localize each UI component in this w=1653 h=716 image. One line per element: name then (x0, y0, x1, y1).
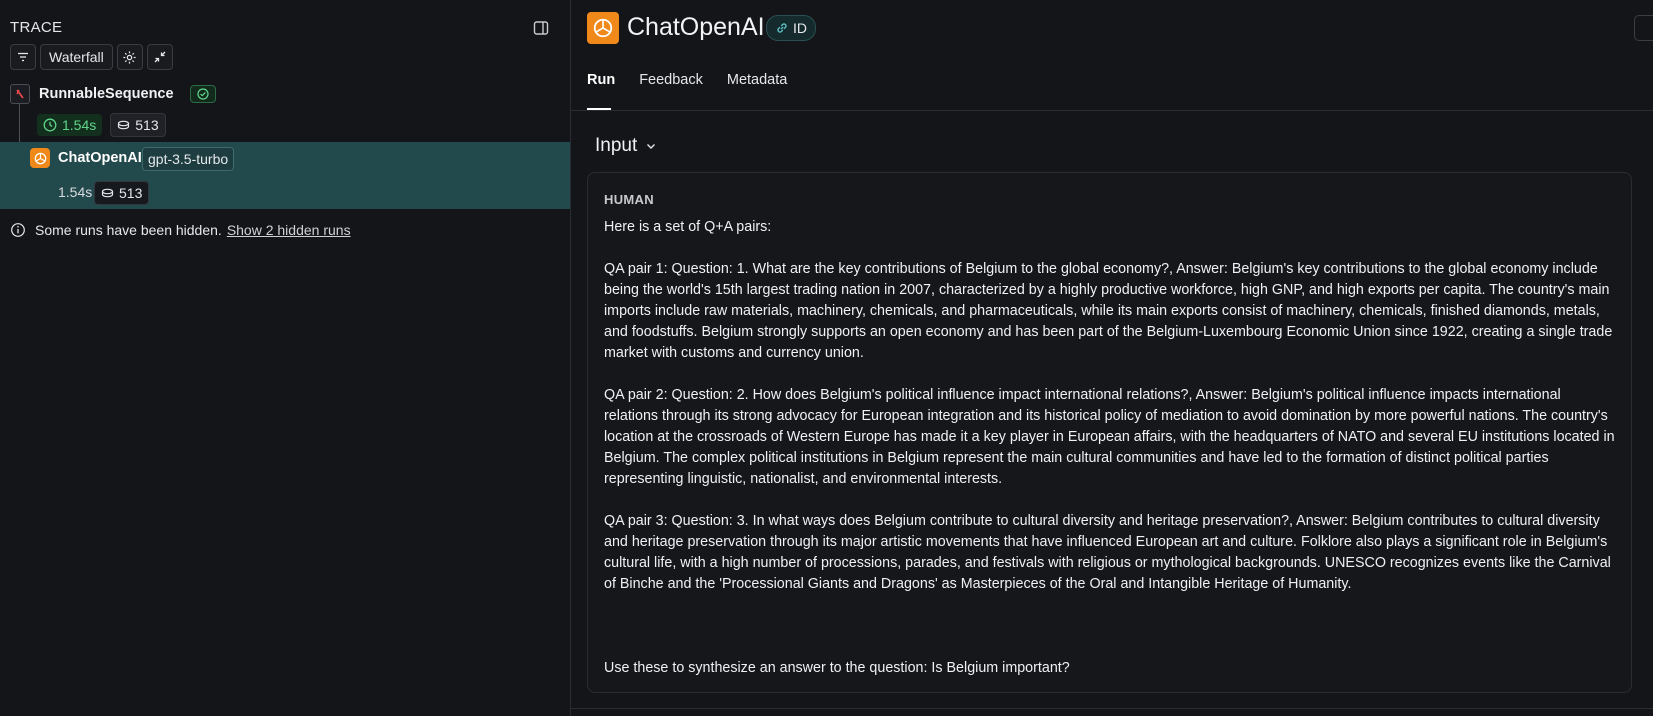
run-name: ChatOpenAI (58, 150, 142, 166)
detail-tabs: Run Feedback Metadata (587, 72, 787, 88)
token-count: 513 (135, 117, 159, 133)
sidebar-toggle-button[interactable] (532, 19, 550, 37)
tab-feedback[interactable]: Feedback (639, 72, 703, 88)
filter-icon (18, 52, 28, 62)
filter-button[interactable] (10, 44, 36, 70)
copy-id-button[interactable]: ID (766, 15, 816, 41)
input-section-toggle[interactable]: Input (595, 135, 657, 157)
hidden-runs-notice: Some runs have been hidden. Show 2 hidde… (10, 222, 351, 238)
run-name: RunnableSequence (39, 86, 174, 102)
token-badge: 513 (110, 113, 166, 137)
sidebar-toggle-icon (533, 21, 549, 35)
input-section-title: Input (595, 135, 638, 156)
latency-value: 1.54s (58, 184, 93, 200)
section-divider (571, 708, 1653, 709)
top-right-action-button[interactable] (1634, 15, 1653, 41)
model-badge: gpt-3.5-turbo (142, 147, 235, 171)
gear-icon (123, 50, 136, 64)
collapse-arrows-icon (154, 51, 166, 63)
latency-badge: 1.54s (37, 114, 103, 136)
clock-icon (43, 118, 57, 132)
status-badge (189, 85, 216, 103)
check-circle-icon (196, 88, 209, 100)
run-row-runnable-sequence[interactable]: RunnableSequence (10, 83, 216, 105)
id-label: ID (793, 20, 807, 36)
openai-logo-icon (587, 12, 619, 44)
token-badge: 513 (94, 181, 150, 205)
trace-toolbar: Waterfall (10, 44, 173, 70)
tab-run[interactable]: Run (587, 72, 615, 88)
token-coins-icon (118, 120, 130, 129)
token-count: 513 (119, 185, 143, 201)
hidden-runs-text: Some runs have been hidden. (35, 222, 222, 238)
input-message-card: HUMAN Here is a set of Q+A pairs: QA pai… (587, 172, 1632, 693)
run-detail-panel: ChatOpenAI ID Run Feedback Metadata Inpu… (571, 0, 1653, 716)
chevron-down-icon (647, 144, 656, 149)
run-metrics: 513 (94, 181, 150, 205)
collapse-all-button[interactable] (146, 44, 173, 70)
tabs-divider (571, 110, 1653, 111)
latency-value: 1.54s (62, 117, 97, 133)
page-title: ChatOpenAI (627, 13, 765, 41)
show-hidden-runs-link[interactable]: Show 2 hidden runs (227, 222, 351, 238)
waterfall-view-button[interactable]: Waterfall (40, 44, 113, 70)
token-coins-icon (101, 188, 114, 197)
link-icon (777, 23, 787, 33)
run-metrics: 1.54s 513 (37, 113, 166, 137)
trace-panel-title: TRACE (10, 19, 63, 36)
settings-button[interactable] (116, 44, 143, 70)
openai-logo-icon (30, 148, 50, 168)
trace-panel: TRACE Waterfall RunnableSequence 1.54s 5… (0, 0, 571, 716)
runnable-sequence-icon (10, 84, 30, 104)
info-icon (11, 223, 25, 237)
tab-metadata[interactable]: Metadata (727, 72, 787, 88)
message-role-label: HUMAN (604, 192, 654, 207)
message-content: Here is a set of Q+A pairs: QA pair 1: Q… (604, 219, 1615, 676)
